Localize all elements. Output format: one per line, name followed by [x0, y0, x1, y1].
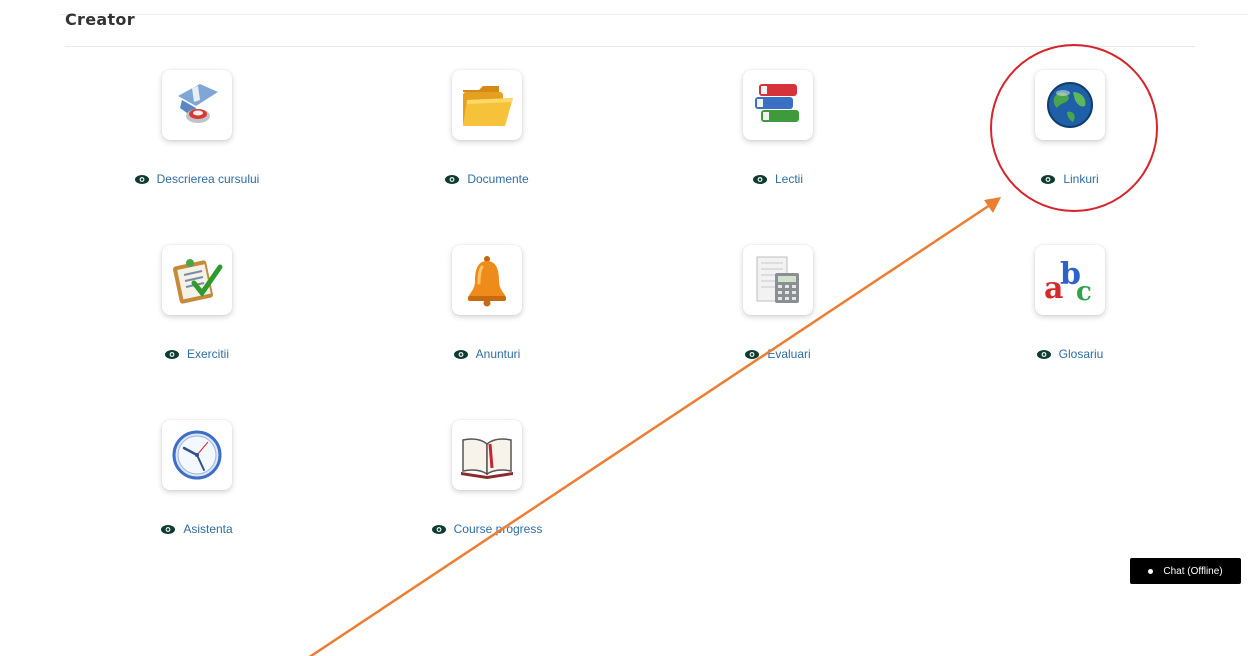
books-icon[interactable]	[743, 70, 813, 140]
tool-link-documents[interactable]: Documente	[367, 172, 607, 187]
status-dot-icon	[1148, 568, 1154, 574]
eye-icon	[134, 173, 149, 187]
tool-link-assessments[interactable]: Evaluari	[658, 347, 898, 362]
eye-icon	[431, 523, 446, 537]
eye-icon	[164, 348, 179, 362]
checklist-icon[interactable]	[162, 245, 232, 315]
eye-icon	[453, 348, 468, 362]
course-description-icon[interactable]	[162, 70, 232, 140]
header-divider	[60, 14, 1248, 15]
abc-icon[interactable]: a b c	[1035, 245, 1105, 315]
section-title: Creator	[65, 10, 135, 29]
tool-link-course-description[interactable]: Descrierea cursului	[77, 172, 317, 187]
tool-label: Exercitii	[186, 347, 229, 361]
clock-icon[interactable]	[162, 420, 232, 490]
bell-icon[interactable]	[452, 245, 522, 315]
tool-label: Descrierea cursului	[156, 172, 260, 186]
calculator-icon[interactable]	[743, 245, 813, 315]
tool-label: Glosariu	[1058, 347, 1104, 361]
tool-label: Documente	[467, 172, 529, 186]
highlight-circle	[990, 44, 1158, 212]
tool-label: Asistenta	[183, 522, 233, 536]
tool-link-assistance[interactable]: Asistenta	[77, 522, 317, 537]
folder-icon[interactable]	[452, 70, 522, 140]
tool-label: Course progress	[453, 522, 543, 536]
tool-link-exercises[interactable]: Exercitii	[77, 347, 317, 362]
svg-text:c: c	[1076, 277, 1092, 307]
eye-icon	[745, 348, 760, 362]
tool-label: Anunturi	[475, 347, 521, 361]
eye-icon	[1036, 348, 1051, 362]
eye-icon	[161, 523, 176, 537]
open-book-icon[interactable]	[452, 420, 522, 490]
tool-link-glossary[interactable]: Glosariu	[950, 347, 1190, 362]
tool-label: Evaluari	[767, 347, 811, 361]
tool-link-announcements[interactable]: Anunturi	[367, 347, 607, 362]
eye-icon	[445, 173, 460, 187]
section-divider	[65, 46, 1195, 47]
eye-icon	[752, 173, 767, 187]
chat-label: Chat (Offline)	[1163, 565, 1223, 577]
tool-link-lessons[interactable]: Lectii	[658, 172, 898, 187]
tool-label: Lectii	[774, 172, 803, 186]
chat-offline-button[interactable]: Chat (Offline)	[1130, 558, 1241, 584]
tool-link-course-progress[interactable]: Course progress	[367, 522, 607, 537]
